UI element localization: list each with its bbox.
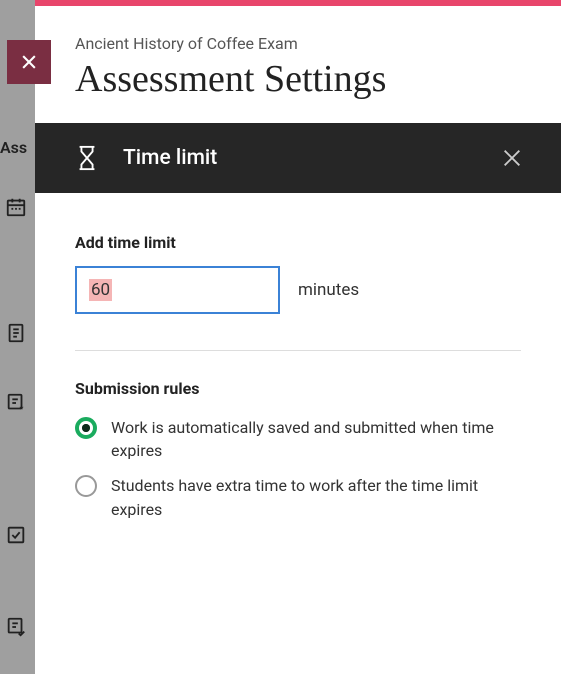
close-icon: [19, 52, 39, 72]
breadcrumb: Ancient History of Coffee Exam: [75, 34, 521, 53]
section-title: Time limit: [123, 146, 217, 170]
close-icon: [501, 147, 523, 169]
radio-option-extra-time[interactable]: Students have extra time to work after t…: [75, 474, 521, 520]
submission-rules-label: Submission rules: [75, 379, 521, 398]
divider: [75, 350, 521, 351]
radio-option-auto-submit[interactable]: Work is automatically saved and submitte…: [75, 416, 521, 462]
time-limit-input[interactable]: 60: [75, 266, 280, 314]
close-section-button[interactable]: [501, 147, 523, 169]
panel-content: Add time limit 60 minutes Submission rul…: [35, 193, 561, 521]
section-header-bar: Time limit: [35, 123, 561, 193]
submission-radio-group: Work is automatically saved and submitte…: [75, 416, 521, 521]
time-unit-label: minutes: [298, 280, 359, 300]
time-limit-value: 60: [89, 279, 112, 301]
panel-header: Ancient History of Coffee Exam Assessmen…: [35, 6, 561, 123]
page-title: Assessment Settings: [75, 57, 521, 101]
radio-indicator: [75, 475, 97, 497]
radio-label: Work is automatically saved and submitte…: [111, 416, 521, 462]
radio-label: Students have extra time to work after t…: [111, 474, 521, 520]
time-limit-label: Add time limit: [75, 233, 521, 252]
hourglass-icon: [75, 145, 99, 171]
settings-panel: Ancient History of Coffee Exam Assessmen…: [35, 0, 561, 674]
close-panel-button[interactable]: [7, 40, 51, 84]
radio-indicator: [75, 417, 97, 439]
time-limit-row: 60 minutes: [75, 266, 521, 314]
